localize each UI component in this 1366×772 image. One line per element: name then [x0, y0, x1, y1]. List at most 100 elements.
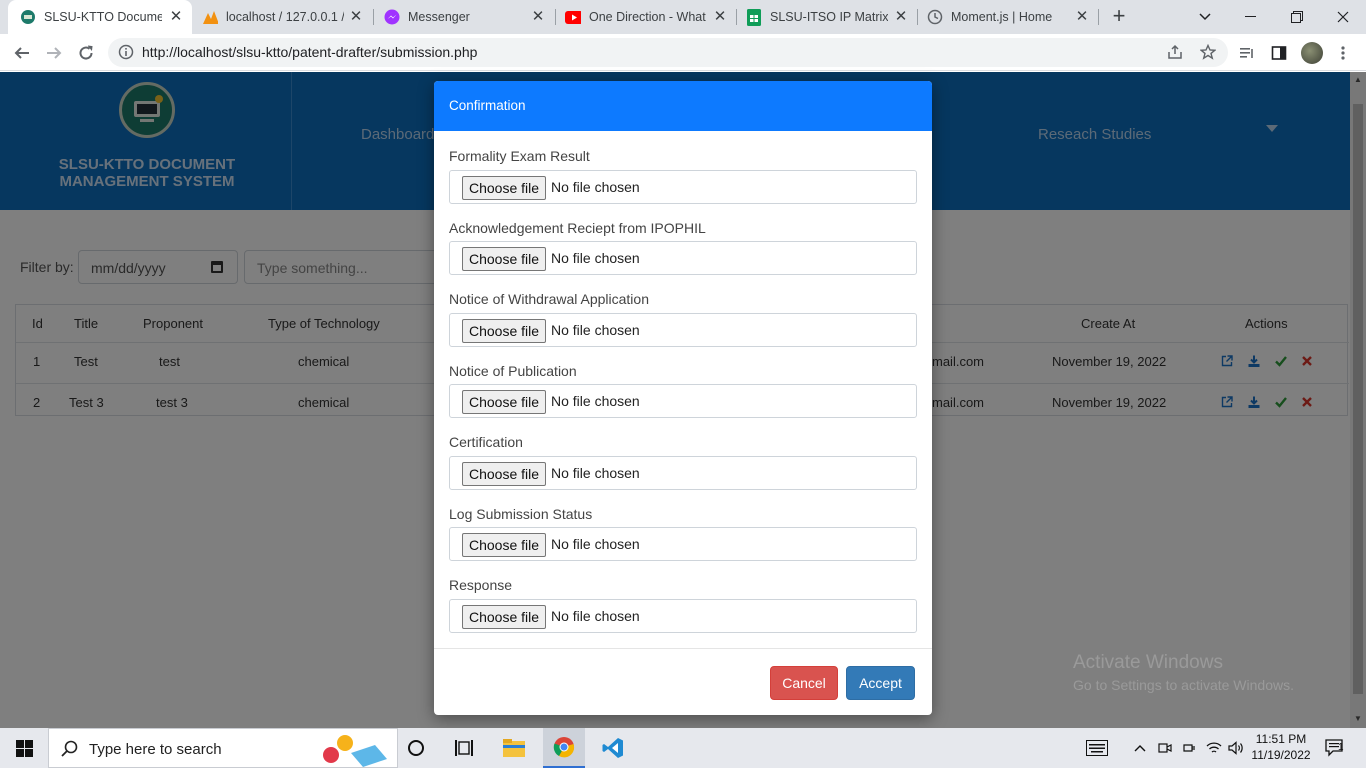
- choose-file-button[interactable]: Choose file: [462, 176, 546, 200]
- tab-phpmyadmin[interactable]: localhost / 127.0.0.1 / ✕: [192, 0, 372, 34]
- bookmark-star-icon[interactable]: [1199, 43, 1217, 65]
- file-explorer-icon[interactable]: [494, 728, 534, 768]
- file-input-response[interactable]: Choose file No file chosen: [449, 599, 917, 633]
- tab-label: SLSU-ITSO IP Matrix -: [770, 10, 888, 24]
- window-close-icon[interactable]: [1320, 0, 1366, 34]
- site-info-icon[interactable]: [118, 44, 134, 65]
- choose-file-button[interactable]: Choose file: [462, 247, 546, 271]
- minimize-icon[interactable]: [1228, 0, 1274, 34]
- taskbar-search-placeholder: Type here to search: [89, 741, 222, 758]
- file-input-formality-exam[interactable]: Choose file No file chosen: [449, 170, 917, 204]
- tab-label: Moment.js | Home: [951, 10, 1053, 24]
- chrome-icon[interactable]: [543, 728, 585, 768]
- windows-start-icon[interactable]: [0, 728, 48, 768]
- field-label-withdrawal: Notice of Withdrawal Application: [449, 291, 649, 307]
- file-status: No file chosen: [551, 322, 640, 338]
- messenger-icon: [384, 9, 400, 25]
- reload-icon[interactable]: [73, 40, 99, 66]
- menu-kebab-icon[interactable]: [1332, 42, 1354, 64]
- field-label-formality-exam: Formality Exam Result: [449, 148, 590, 164]
- notification-icon[interactable]: 1: [1320, 728, 1350, 768]
- tab-label: Messenger: [408, 10, 470, 24]
- choose-file-button[interactable]: Choose file: [462, 605, 546, 629]
- windows-taskbar: Type here to search 11:51 PM 11/19/2022: [0, 728, 1366, 768]
- close-icon[interactable]: ✕: [530, 9, 546, 25]
- file-status: No file chosen: [551, 465, 640, 481]
- sheets-icon: [746, 8, 762, 26]
- browser-toolbar: http://localhost/slsu-ktto/patent-drafte…: [0, 34, 1366, 71]
- choose-file-button[interactable]: Choose file: [462, 462, 546, 486]
- tab-messenger[interactable]: Messenger ✕: [374, 0, 554, 34]
- choose-file-button[interactable]: Choose file: [462, 533, 546, 557]
- file-input-log-submission[interactable]: Choose file No file chosen: [449, 527, 917, 561]
- choose-file-button[interactable]: Choose file: [462, 390, 546, 414]
- cancel-button[interactable]: Cancel: [770, 666, 838, 700]
- url-text: http://localhost/slsu-ktto/patent-drafte…: [142, 44, 478, 60]
- meet-now-icon[interactable]: [1156, 728, 1174, 768]
- tab-search-chevron-icon[interactable]: [1182, 0, 1228, 34]
- choose-file-button[interactable]: Choose file: [462, 319, 546, 343]
- tab-youtube[interactable]: One Direction - What ✕: [556, 0, 736, 34]
- file-input-withdrawal[interactable]: Choose file No file chosen: [449, 313, 917, 347]
- close-icon[interactable]: ✕: [1074, 9, 1090, 25]
- field-label-certification: Certification: [449, 434, 523, 450]
- field-label-log-submission: Log Submission Status: [449, 506, 593, 522]
- chevron-up-icon[interactable]: [1132, 728, 1148, 768]
- activate-windows-title: Activate Windows: [1073, 652, 1223, 673]
- search-highlight-icon: [315, 731, 391, 772]
- accept-button[interactable]: Accept: [846, 666, 915, 700]
- new-tab-plus-icon[interactable]: +: [1108, 5, 1130, 28]
- file-input-acknowledgement[interactable]: Choose file No file chosen: [449, 241, 917, 275]
- address-bar[interactable]: http://localhost/slsu-ktto/patent-drafte…: [108, 38, 1228, 67]
- clock-icon: [927, 9, 943, 25]
- power-plug-icon[interactable]: [1180, 728, 1198, 768]
- modal-title: Confirmation: [449, 98, 526, 113]
- reading-list-icon[interactable]: [1236, 42, 1258, 64]
- site-icon: [20, 9, 36, 25]
- tab-separator: [1098, 9, 1099, 25]
- close-icon[interactable]: ✕: [893, 9, 909, 25]
- side-panel-icon[interactable]: [1268, 42, 1290, 64]
- field-label-response: Response: [449, 577, 513, 593]
- tab-label: One Direction - What: [589, 10, 706, 24]
- notification-count-badge: 1: [1338, 742, 1344, 753]
- taskbar-clock[interactable]: 11:51 PM 11/19/2022: [1248, 731, 1314, 763]
- tab-label: SLSU-KTTO Document: [44, 10, 162, 24]
- keyboard-icon[interactable]: [1082, 728, 1112, 768]
- back-arrow-icon[interactable]: [9, 40, 35, 66]
- phpmyadmin-icon: [202, 9, 218, 25]
- forward-arrow-icon[interactable]: [41, 40, 67, 66]
- volume-icon[interactable]: [1226, 728, 1246, 768]
- file-status: No file chosen: [551, 393, 640, 409]
- close-icon[interactable]: ✕: [712, 9, 728, 25]
- share-icon[interactable]: [1167, 44, 1183, 65]
- file-status: No file chosen: [551, 179, 640, 195]
- cortana-icon[interactable]: [398, 728, 434, 768]
- confirmation-modal: Confirmation Formality Exam Result Choos…: [434, 81, 932, 715]
- clock-date: 11/19/2022: [1251, 748, 1311, 762]
- modal-footer-divider: [434, 648, 932, 649]
- file-input-certification[interactable]: Choose file No file chosen: [449, 456, 917, 490]
- file-status: No file chosen: [551, 536, 640, 552]
- close-icon[interactable]: ✕: [348, 9, 364, 25]
- file-status: No file chosen: [551, 608, 640, 624]
- file-input-publication[interactable]: Choose file No file chosen: [449, 384, 917, 418]
- tab-label: localhost / 127.0.0.1 /: [226, 10, 344, 24]
- wifi-icon[interactable]: [1204, 728, 1224, 768]
- task-view-icon[interactable]: [446, 728, 482, 768]
- tab-sheets[interactable]: SLSU-ITSO IP Matrix - ✕: [737, 0, 917, 34]
- youtube-icon: [565, 9, 581, 25]
- search-icon: [61, 740, 79, 763]
- taskbar-search-box[interactable]: Type here to search: [48, 728, 398, 768]
- restore-icon[interactable]: [1274, 0, 1320, 34]
- profile-avatar[interactable]: [1301, 42, 1323, 64]
- vscode-icon[interactable]: [592, 728, 634, 768]
- field-label-publication: Notice of Publication: [449, 363, 577, 379]
- activate-windows-subtitle: Go to Settings to activate Windows.: [1073, 677, 1294, 693]
- close-icon[interactable]: ✕: [168, 9, 184, 25]
- browser-tab-bar: SLSU-KTTO Document ✕ localhost / 127.0.0…: [0, 0, 1366, 34]
- file-status: No file chosen: [551, 250, 640, 266]
- modal-header: Confirmation: [434, 81, 932, 131]
- tab-slsu-ktto[interactable]: SLSU-KTTO Document ✕: [8, 0, 192, 34]
- tab-momentjs[interactable]: Moment.js | Home ✕: [918, 0, 1098, 34]
